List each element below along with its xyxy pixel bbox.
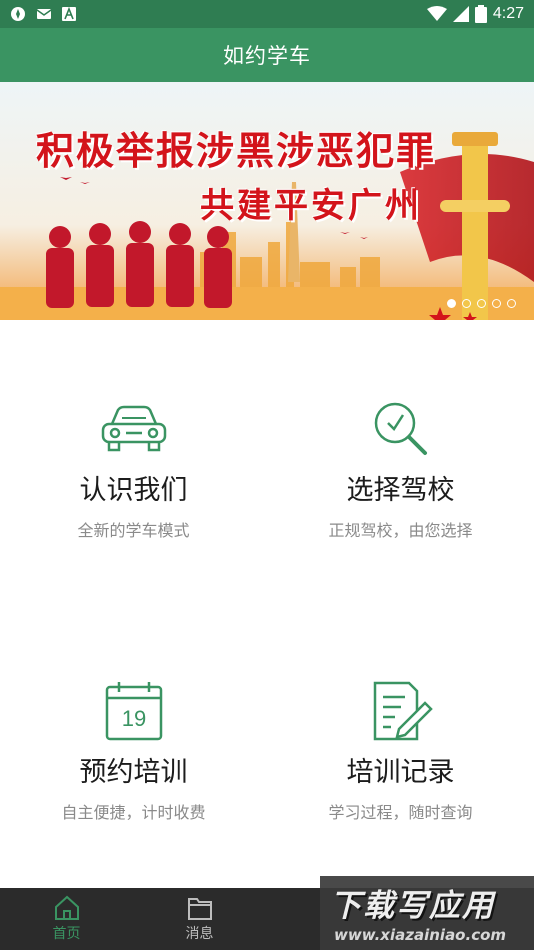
status-time: 4:27 <box>492 5 524 22</box>
banner-slogan-line2: 共建平安广州 <box>200 186 422 226</box>
watermark-url: www.xiazainiao.com <box>334 926 507 944</box>
font-a-icon <box>62 7 76 21</box>
carousel-dot[interactable] <box>507 299 516 308</box>
carousel-dot[interactable] <box>492 299 501 308</box>
wifi-icon <box>426 6 447 21</box>
carousel-dot[interactable] <box>462 299 471 308</box>
watermark-text: 下载写应用 <box>330 888 495 924</box>
tile-choose-school[interactable]: 选择驾校 正规驾校，由您选择 <box>267 320 534 604</box>
app-title: 如约学车 <box>223 44 311 68</box>
feature-grid: 认识我们 全新的学车模式 选择驾校 正规驾校，由您选择 19 预约培训 自主便捷… <box>0 320 534 888</box>
tile-subtitle: 全新的学车模式 <box>77 521 190 540</box>
tile-subtitle: 学习过程，随时查询 <box>328 803 473 822</box>
battery-icon <box>474 5 487 23</box>
banner-carousel[interactable]: 积极举报涉黑涉恶犯罪 共建平安广州 <box>0 82 534 320</box>
tile-title: 预约培训 <box>79 757 188 788</box>
nav-messages[interactable]: 消息 <box>133 888 266 950</box>
search-icon <box>366 398 436 460</box>
tile-training-records[interactable]: 培训记录 学习过程，随时查询 <box>267 602 534 886</box>
tile-title: 选择驾校 <box>346 475 455 506</box>
app-bar: 如约学车 <box>0 28 534 82</box>
tile-book-training[interactable]: 19 预约培训 自主便捷，计时收费 <box>0 602 267 886</box>
status-bar: 4:27 <box>0 0 534 28</box>
carousel-indicator <box>447 299 516 308</box>
tile-title: 认识我们 <box>79 475 188 506</box>
compass-icon <box>11 7 25 21</box>
folder-icon <box>187 898 212 920</box>
calendar-icon-number: 19 <box>121 706 145 731</box>
mail-icon <box>36 9 52 19</box>
tile-subtitle: 正规驾校，由您选择 <box>328 521 473 540</box>
banner-slogan-line1: 积极举报涉黑涉恶犯罪 <box>36 129 437 173</box>
carousel-dot[interactable] <box>477 299 486 308</box>
signal-icon <box>452 6 469 22</box>
document-edit-icon <box>366 680 436 742</box>
tile-title: 培训记录 <box>346 757 455 788</box>
calendar-icon: 19 <box>99 680 169 742</box>
tile-subtitle: 自主便捷，计时收费 <box>61 803 206 822</box>
watermark-logo: 下载写应用 www.xiazainiao.com <box>320 876 534 950</box>
carousel-dot[interactable] <box>447 299 456 308</box>
nav-messages-label: 消息 <box>185 926 214 942</box>
car-icon <box>99 398 169 460</box>
nav-home-label: 首页 <box>52 926 81 942</box>
nav-home[interactable]: 首页 <box>0 888 133 950</box>
status-bar-right: 4:27 <box>426 5 534 23</box>
home-icon <box>54 895 79 920</box>
tile-about-us[interactable]: 认识我们 全新的学车模式 <box>0 320 267 604</box>
status-bar-left <box>0 6 76 22</box>
